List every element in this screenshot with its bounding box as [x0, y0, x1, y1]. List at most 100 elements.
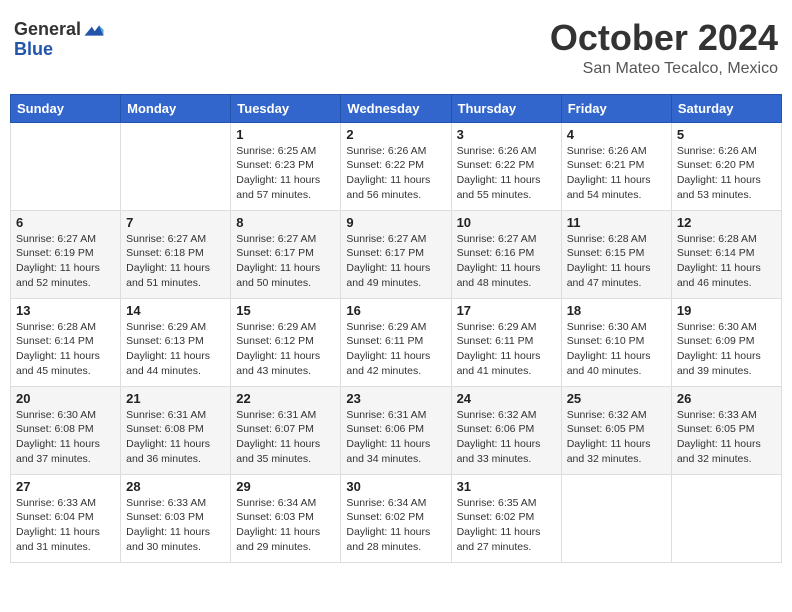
- daylight-hours: Daylight: 11 hours and 35 minutes.: [236, 438, 320, 465]
- daylight-hours: Daylight: 11 hours and 51 minutes.: [126, 262, 210, 289]
- day-number: 15: [236, 303, 335, 318]
- sunset-time: Sunset: 6:03 PM: [126, 511, 204, 523]
- sunset-time: Sunset: 6:05 PM: [677, 423, 755, 435]
- day-number: 22: [236, 391, 335, 406]
- day-info: Sunrise: 6:31 AM Sunset: 6:06 PM Dayligh…: [346, 408, 445, 467]
- daylight-hours: Daylight: 11 hours and 53 minutes.: [677, 174, 761, 201]
- sunrise-time: Sunrise: 6:30 AM: [16, 409, 96, 421]
- daylight-hours: Daylight: 11 hours and 33 minutes.: [457, 438, 541, 465]
- calendar-cell: 27 Sunrise: 6:33 AM Sunset: 6:04 PM Dayl…: [11, 474, 121, 562]
- day-number: 12: [677, 215, 776, 230]
- calendar-table: Sunday Monday Tuesday Wednesday Thursday…: [10, 94, 782, 563]
- daylight-hours: Daylight: 11 hours and 32 minutes.: [567, 438, 651, 465]
- day-number: 19: [677, 303, 776, 318]
- day-number: 5: [677, 127, 776, 142]
- calendar-cell: 20 Sunrise: 6:30 AM Sunset: 6:08 PM Dayl…: [11, 386, 121, 474]
- sunrise-time: Sunrise: 6:31 AM: [346, 409, 426, 421]
- calendar-cell: 21 Sunrise: 6:31 AM Sunset: 6:08 PM Dayl…: [121, 386, 231, 474]
- header-monday: Monday: [121, 94, 231, 122]
- daylight-hours: Daylight: 11 hours and 45 minutes.: [16, 350, 100, 377]
- day-number: 13: [16, 303, 115, 318]
- day-number: 10: [457, 215, 556, 230]
- calendar-cell: 7 Sunrise: 6:27 AM Sunset: 6:18 PM Dayli…: [121, 210, 231, 298]
- sunrise-time: Sunrise: 6:34 AM: [236, 497, 316, 509]
- sunset-time: Sunset: 6:22 PM: [457, 159, 535, 171]
- daylight-hours: Daylight: 11 hours and 28 minutes.: [346, 526, 430, 553]
- header-saturday: Saturday: [671, 94, 781, 122]
- day-info: Sunrise: 6:31 AM Sunset: 6:08 PM Dayligh…: [126, 408, 225, 467]
- day-number: 28: [126, 479, 225, 494]
- day-number: 1: [236, 127, 335, 142]
- calendar-cell: 23 Sunrise: 6:31 AM Sunset: 6:06 PM Dayl…: [341, 386, 451, 474]
- header-thursday: Thursday: [451, 94, 561, 122]
- daylight-hours: Daylight: 11 hours and 27 minutes.: [457, 526, 541, 553]
- calendar-cell: 3 Sunrise: 6:26 AM Sunset: 6:22 PM Dayli…: [451, 122, 561, 210]
- day-number: 17: [457, 303, 556, 318]
- daylight-hours: Daylight: 11 hours and 37 minutes.: [16, 438, 100, 465]
- day-info: Sunrise: 6:33 AM Sunset: 6:04 PM Dayligh…: [16, 496, 115, 555]
- daylight-hours: Daylight: 11 hours and 47 minutes.: [567, 262, 651, 289]
- sunset-time: Sunset: 6:08 PM: [16, 423, 94, 435]
- title-area: October 2024 San Mateo Tecalco, Mexico: [550, 18, 778, 78]
- sunrise-time: Sunrise: 6:31 AM: [126, 409, 206, 421]
- sunset-time: Sunset: 6:23 PM: [236, 159, 314, 171]
- day-info: Sunrise: 6:26 AM Sunset: 6:21 PM Dayligh…: [567, 144, 666, 203]
- sunrise-time: Sunrise: 6:27 AM: [16, 233, 96, 245]
- day-number: 2: [346, 127, 445, 142]
- day-info: Sunrise: 6:31 AM Sunset: 6:07 PM Dayligh…: [236, 408, 335, 467]
- calendar-cell: 19 Sunrise: 6:30 AM Sunset: 6:09 PM Dayl…: [671, 298, 781, 386]
- sunrise-time: Sunrise: 6:26 AM: [567, 145, 647, 157]
- sunrise-time: Sunrise: 6:33 AM: [677, 409, 757, 421]
- sunrise-time: Sunrise: 6:34 AM: [346, 497, 426, 509]
- daylight-hours: Daylight: 11 hours and 46 minutes.: [677, 262, 761, 289]
- daylight-hours: Daylight: 11 hours and 52 minutes.: [16, 262, 100, 289]
- daylight-hours: Daylight: 11 hours and 42 minutes.: [346, 350, 430, 377]
- day-info: Sunrise: 6:30 AM Sunset: 6:08 PM Dayligh…: [16, 408, 115, 467]
- logo: General Blue: [14, 18, 105, 60]
- sunrise-time: Sunrise: 6:27 AM: [236, 233, 316, 245]
- sunset-time: Sunset: 6:10 PM: [567, 335, 645, 347]
- sunset-time: Sunset: 6:12 PM: [236, 335, 314, 347]
- day-info: Sunrise: 6:33 AM Sunset: 6:03 PM Dayligh…: [126, 496, 225, 555]
- day-number: 31: [457, 479, 556, 494]
- sunrise-time: Sunrise: 6:26 AM: [346, 145, 426, 157]
- sunrise-time: Sunrise: 6:33 AM: [16, 497, 96, 509]
- sunset-time: Sunset: 6:17 PM: [346, 247, 424, 259]
- day-number: 3: [457, 127, 556, 142]
- daylight-hours: Daylight: 11 hours and 41 minutes.: [457, 350, 541, 377]
- header-wednesday: Wednesday: [341, 94, 451, 122]
- weekday-header-row: Sunday Monday Tuesday Wednesday Thursday…: [11, 94, 782, 122]
- header-sunday: Sunday: [11, 94, 121, 122]
- day-number: 20: [16, 391, 115, 406]
- day-number: 30: [346, 479, 445, 494]
- day-number: 16: [346, 303, 445, 318]
- daylight-hours: Daylight: 11 hours and 31 minutes.: [16, 526, 100, 553]
- day-info: Sunrise: 6:30 AM Sunset: 6:09 PM Dayligh…: [677, 320, 776, 379]
- day-number: 14: [126, 303, 225, 318]
- calendar-cell: 28 Sunrise: 6:33 AM Sunset: 6:03 PM Dayl…: [121, 474, 231, 562]
- sunrise-time: Sunrise: 6:28 AM: [16, 321, 96, 333]
- logo-text-general: General: [14, 20, 81, 38]
- logo-text-blue: Blue: [14, 39, 53, 59]
- calendar-cell: 6 Sunrise: 6:27 AM Sunset: 6:19 PM Dayli…: [11, 210, 121, 298]
- daylight-hours: Daylight: 11 hours and 30 minutes.: [126, 526, 210, 553]
- day-info: Sunrise: 6:29 AM Sunset: 6:11 PM Dayligh…: [346, 320, 445, 379]
- calendar-cell: 2 Sunrise: 6:26 AM Sunset: 6:22 PM Dayli…: [341, 122, 451, 210]
- sunset-time: Sunset: 6:11 PM: [457, 335, 534, 347]
- daylight-hours: Daylight: 11 hours and 43 minutes.: [236, 350, 320, 377]
- sunrise-time: Sunrise: 6:27 AM: [457, 233, 537, 245]
- calendar-week-4: 20 Sunrise: 6:30 AM Sunset: 6:08 PM Dayl…: [11, 386, 782, 474]
- calendar-cell: 14 Sunrise: 6:29 AM Sunset: 6:13 PM Dayl…: [121, 298, 231, 386]
- day-info: Sunrise: 6:27 AM Sunset: 6:18 PM Dayligh…: [126, 232, 225, 291]
- sunset-time: Sunset: 6:03 PM: [236, 511, 314, 523]
- calendar-cell: 31 Sunrise: 6:35 AM Sunset: 6:02 PM Dayl…: [451, 474, 561, 562]
- calendar-cell: 16 Sunrise: 6:29 AM Sunset: 6:11 PM Dayl…: [341, 298, 451, 386]
- calendar-cell: 5 Sunrise: 6:26 AM Sunset: 6:20 PM Dayli…: [671, 122, 781, 210]
- day-info: Sunrise: 6:34 AM Sunset: 6:02 PM Dayligh…: [346, 496, 445, 555]
- calendar-cell: 1 Sunrise: 6:25 AM Sunset: 6:23 PM Dayli…: [231, 122, 341, 210]
- day-number: 21: [126, 391, 225, 406]
- day-info: Sunrise: 6:26 AM Sunset: 6:22 PM Dayligh…: [457, 144, 556, 203]
- day-info: Sunrise: 6:29 AM Sunset: 6:11 PM Dayligh…: [457, 320, 556, 379]
- calendar-cell: [671, 474, 781, 562]
- daylight-hours: Daylight: 11 hours and 40 minutes.: [567, 350, 651, 377]
